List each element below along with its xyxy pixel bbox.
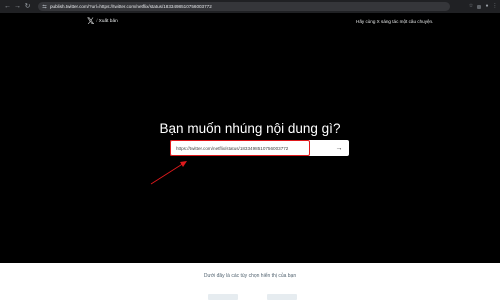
browser-toolbar: ← → ↻ publish.twitter.com/?url=https://t… (0, 0, 500, 13)
annotation-arrow-icon (150, 161, 187, 185)
back-arrow-icon[interactable]: ← (3, 1, 12, 12)
publish-page: 𝕏 / Xuất bản Hãy cùng X sáng tác một câu… (0, 13, 500, 300)
display-options-text: Dưới đây là các tùy chọn hiển thị của bạ… (203, 273, 297, 279)
display-options-section: Dưới đây là các tùy chọn hiển thị của bạ… (0, 263, 500, 300)
menu-icon[interactable]: ⋮ (492, 4, 498, 10)
extension-icon[interactable] (476, 4, 482, 10)
address-bar[interactable]: publish.twitter.com/?url=https://twitter… (38, 2, 450, 11)
display-option-card[interactable] (267, 294, 297, 300)
star-icon[interactable]: ☆ (468, 4, 474, 10)
browser-actions: ☆ ● ⋮ (468, 2, 498, 11)
display-option-card[interactable] (208, 294, 238, 300)
address-url[interactable]: publish.twitter.com/?url=https://twitter… (50, 4, 212, 9)
tune-icon[interactable] (41, 4, 47, 10)
profile-icon[interactable]: ● (484, 4, 490, 10)
forward-arrow-icon[interactable]: → (13, 1, 22, 12)
reload-icon[interactable]: ↻ (23, 1, 32, 12)
